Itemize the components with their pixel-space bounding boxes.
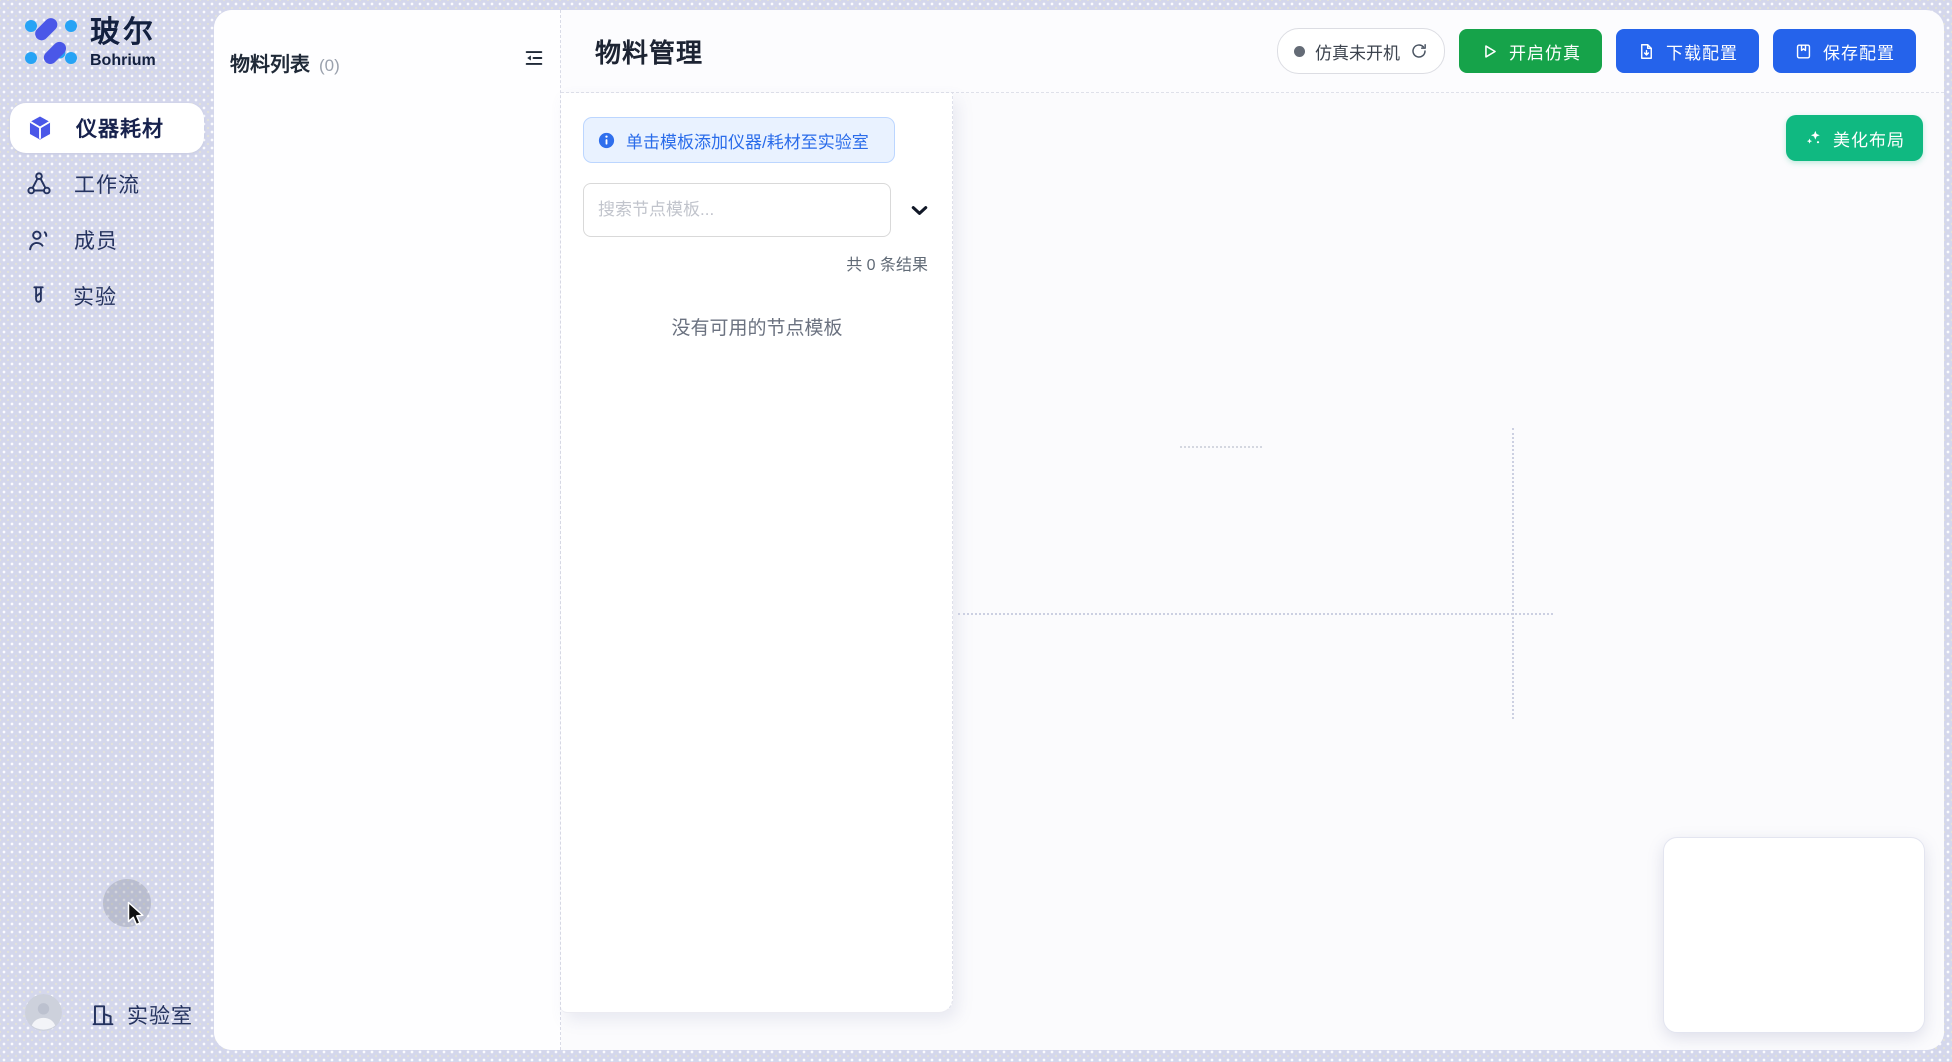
workflow-icon: [26, 171, 52, 197]
app-root: { "brand": {"name_zh": "玻尔", "name_en": …: [0, 0, 1952, 1062]
canvas-guide-horizontal: [958, 613, 1553, 615]
dropdown-toggle-button[interactable]: [908, 199, 931, 222]
download-config-button[interactable]: 下载配置: [1616, 29, 1759, 73]
start-simulation-label: 开启仿真: [1509, 39, 1581, 64]
sidebar-item-label: 工作流: [74, 169, 140, 199]
sidebar-item-experiments[interactable]: 实验: [10, 271, 204, 321]
start-simulation-button[interactable]: 开启仿真: [1459, 29, 1602, 73]
download-file-icon: [1637, 42, 1656, 61]
status-dot-icon: [1294, 46, 1305, 57]
brand: 玻尔 Bohrium: [22, 13, 156, 71]
collapse-panel-button[interactable]: [521, 45, 547, 71]
result-count: 共 0 条结果: [583, 251, 928, 275]
material-list-panel: 物料列表 (0): [214, 10, 561, 1050]
brand-name-en: Bohrium: [90, 52, 156, 70]
search-input[interactable]: [583, 183, 891, 237]
play-icon: [1480, 42, 1499, 61]
status-label: 仿真未开机: [1315, 39, 1400, 64]
sidebar-item-workflow[interactable]: 工作流: [10, 159, 204, 209]
template-hint-banner: 单击模板添加仪器/耗材至实验室: [583, 117, 895, 163]
sparkles-icon: [1804, 128, 1824, 148]
brand-name-zh: 玻尔: [90, 16, 156, 50]
canvas-guide-vertical: [1512, 428, 1514, 719]
avatar[interactable]: [25, 994, 62, 1031]
sidebar-item-instruments[interactable]: 仪器耗材: [10, 103, 204, 153]
template-hint-text: 单击模板添加仪器/耗材至实验室: [626, 128, 869, 153]
flow-canvas[interactable]: 单击模板添加仪器/耗材至实验室 共 0 条结果 没有可用的节点模板: [561, 93, 1944, 1050]
sidebar-item-lab[interactable]: 实验室: [90, 1000, 193, 1030]
template-search-row: [583, 183, 952, 237]
content-header: 物料管理 仿真未开机 开启仿真: [561, 10, 1944, 93]
save-config-label: 保存配置: [1823, 39, 1895, 64]
sidebar-item-members[interactable]: 成员: [10, 215, 204, 265]
node-template-panel: 单击模板添加仪器/耗材至实验室 共 0 条结果 没有可用的节点模板: [561, 93, 953, 1013]
beautify-layout-button[interactable]: 美化布局: [1786, 115, 1923, 161]
sidebar-item-label: 实验: [73, 281, 117, 311]
sidebar: 玻尔 Bohrium 仪器耗材 工作流: [0, 0, 214, 1062]
lab-building-icon: [90, 1002, 116, 1028]
refresh-icon[interactable]: [1410, 42, 1428, 60]
chevron-down-icon: [908, 199, 931, 222]
content-area: 物料管理 仿真未开机 开启仿真: [561, 10, 1944, 1050]
material-list-count: (0): [319, 56, 340, 76]
bohrium-logo-icon: [22, 13, 80, 71]
sidebar-item-label: 仪器耗材: [76, 113, 164, 143]
simulation-status-pill[interactable]: 仿真未开机: [1277, 28, 1445, 74]
main-card: 物料列表 (0) 物料管理 仿真未开机: [214, 10, 1944, 1050]
material-list-title: 物料列表: [230, 48, 310, 77]
canvas-minimap[interactable]: [1663, 837, 1925, 1033]
info-icon: [597, 131, 616, 150]
save-icon: [1794, 42, 1813, 61]
sidebar-item-label: 成员: [74, 225, 118, 255]
sidebar-menu: 仪器耗材 工作流 成员: [10, 103, 204, 327]
canvas-guide-horizontal-short: [1180, 446, 1262, 448]
cube-icon: [26, 114, 54, 142]
experiment-icon: [26, 284, 51, 309]
beautify-layout-label: 美化布局: [1833, 126, 1905, 151]
download-config-label: 下载配置: [1666, 39, 1738, 64]
material-list-header: 物料列表 (0): [214, 10, 560, 77]
save-config-button[interactable]: 保存配置: [1773, 29, 1916, 73]
empty-templates-text: 没有可用的节点模板: [583, 313, 931, 340]
menu-fold-icon: [523, 47, 545, 69]
header-actions: 仿真未开机 开启仿真: [1277, 28, 1916, 74]
members-icon: [26, 227, 52, 253]
page-title: 物料管理: [595, 33, 703, 70]
lab-label: 实验室: [127, 1000, 193, 1030]
